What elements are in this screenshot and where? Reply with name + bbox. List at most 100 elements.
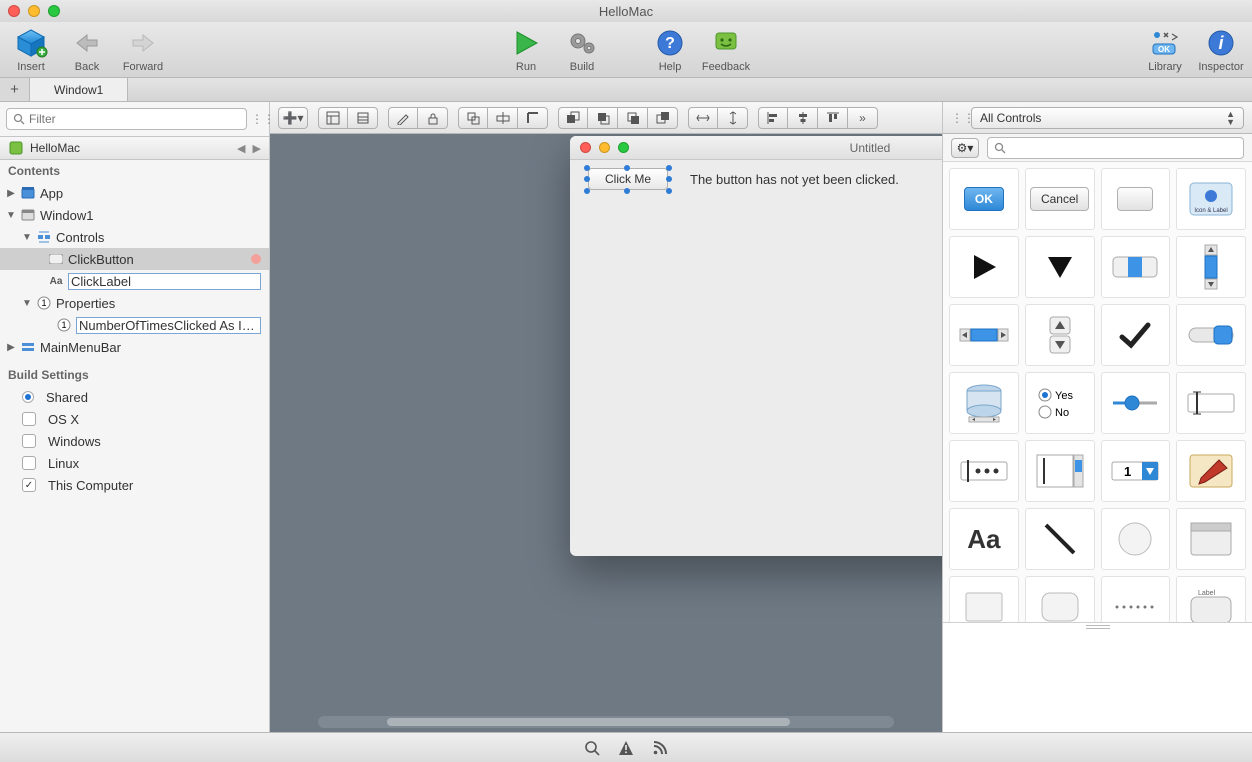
selection-handle-icon[interactable] bbox=[666, 176, 672, 182]
ctrl-disclosure-right[interactable] bbox=[949, 236, 1019, 298]
lock-button[interactable] bbox=[418, 107, 448, 129]
resize-grip-icon[interactable] bbox=[1086, 625, 1110, 629]
selection-handle-icon[interactable] bbox=[584, 165, 590, 171]
design-window-body[interactable]: Click Me The button has not yet been cli… bbox=[570, 160, 942, 556]
library-search-field[interactable] bbox=[1010, 141, 1237, 155]
ctrl-hscrollbar[interactable] bbox=[949, 304, 1019, 366]
ctrl-line[interactable] bbox=[1025, 508, 1095, 570]
forward-button[interactable]: Forward bbox=[118, 27, 168, 73]
ctrl-colorpicker[interactable] bbox=[1176, 440, 1246, 502]
help-button[interactable]: ? Help bbox=[645, 27, 695, 73]
navigator-filter-input[interactable] bbox=[6, 108, 247, 130]
ctrl-rectangle[interactable] bbox=[949, 576, 1019, 622]
library-button[interactable]: OK Library bbox=[1140, 27, 1190, 73]
panel-drag-icon[interactable]: ⋮⋮ bbox=[951, 111, 963, 125]
build-this-computer[interactable]: ✓This Computer bbox=[0, 474, 269, 496]
ctrl-radio-group[interactable]: YesNo bbox=[1025, 372, 1095, 434]
ctrl-disclosure-down[interactable] bbox=[1025, 236, 1095, 298]
ctrl-textfield[interactable] bbox=[1176, 372, 1246, 434]
run-button[interactable]: Run bbox=[501, 27, 551, 73]
ctrl-roundrect[interactable] bbox=[1025, 576, 1095, 622]
library-search-input[interactable] bbox=[987, 137, 1244, 159]
canvas[interactable]: Untitled Click Me The button has not yet… bbox=[270, 134, 942, 732]
ctrl-checkbox[interactable] bbox=[1101, 304, 1171, 366]
view-mode-list[interactable] bbox=[348, 107, 378, 129]
align-center-button[interactable] bbox=[788, 107, 818, 129]
tree-item-window1[interactable]: ▼Window1 bbox=[0, 204, 269, 226]
ctrl-generic-button[interactable] bbox=[1101, 168, 1171, 230]
selection-handle-icon[interactable] bbox=[666, 165, 672, 171]
order-front-button[interactable] bbox=[558, 107, 588, 129]
build-shared[interactable]: Shared bbox=[0, 386, 269, 408]
ctrl-cancel-button[interactable]: Cancel bbox=[1025, 168, 1095, 230]
build-osx[interactable]: OS X bbox=[0, 408, 269, 430]
view-mode-layout[interactable] bbox=[318, 107, 348, 129]
design-window[interactable]: Untitled Click Me The button has not yet… bbox=[570, 136, 942, 556]
history-arrows-icon[interactable]: ◀ ▶ bbox=[237, 142, 263, 155]
ctrl-oval[interactable] bbox=[1101, 508, 1171, 570]
ctrl-bevel-button[interactable]: Icon & Label bbox=[1176, 168, 1246, 230]
tab-window1[interactable]: Window1 bbox=[30, 78, 128, 101]
horizontal-scrollbar[interactable] bbox=[318, 716, 894, 728]
tree-item-properties[interactable]: ▼1Properties bbox=[0, 292, 269, 314]
ctrl-default-button[interactable]: OK bbox=[949, 168, 1019, 230]
ctrl-placard[interactable]: Label bbox=[1176, 576, 1246, 622]
tree-label-editing[interactable]: NumberOfTimesClicked As In... bbox=[76, 317, 261, 334]
selection-handle-icon[interactable] bbox=[624, 165, 630, 171]
overflow-button[interactable]: » bbox=[848, 107, 878, 129]
click-me-button[interactable]: Click Me bbox=[588, 168, 668, 190]
tree-item-app[interactable]: ▶App bbox=[0, 182, 269, 204]
edit-button[interactable] bbox=[388, 107, 418, 129]
ctrl-label[interactable]: Aa bbox=[949, 508, 1019, 570]
tree-item-mainmenubar[interactable]: ▶MainMenuBar bbox=[0, 336, 269, 358]
library-options-button[interactable]: ⚙▾ bbox=[951, 138, 979, 158]
add-control-button[interactable]: ➕▾ bbox=[278, 107, 308, 129]
click-label-text[interactable]: The button has not yet been clicked. bbox=[690, 172, 899, 187]
ctrl-scrollbar[interactable] bbox=[1176, 236, 1246, 298]
back-button[interactable]: Back bbox=[62, 27, 112, 73]
group2-button[interactable] bbox=[488, 107, 518, 129]
order-backward-button[interactable] bbox=[618, 107, 648, 129]
order-forward-button[interactable] bbox=[588, 107, 618, 129]
selection-handle-icon[interactable] bbox=[584, 188, 590, 194]
tree-item-clicklabel[interactable]: AaClickLabel bbox=[0, 270, 269, 292]
status-warning-icon[interactable] bbox=[618, 740, 634, 756]
ctrl-slider[interactable] bbox=[1101, 372, 1171, 434]
scroll-thumb[interactable] bbox=[387, 718, 790, 726]
ctrl-separator[interactable] bbox=[1101, 576, 1171, 622]
ctrl-stepper[interactable] bbox=[1025, 304, 1095, 366]
project-header[interactable]: HelloMac ◀ ▶ bbox=[0, 136, 269, 160]
ctrl-combobox[interactable]: 1 bbox=[1101, 440, 1171, 502]
library-category-select[interactable]: All Controls ▲▼ bbox=[971, 107, 1244, 129]
order-back-button[interactable] bbox=[648, 107, 678, 129]
build-windows[interactable]: Windows bbox=[0, 430, 269, 452]
group3-button[interactable] bbox=[518, 107, 548, 129]
tree-item-clickbutton[interactable]: ClickButton bbox=[0, 248, 269, 270]
fill-width-button[interactable] bbox=[688, 107, 718, 129]
selection-handle-icon[interactable] bbox=[666, 188, 672, 194]
build-linux[interactable]: Linux bbox=[0, 452, 269, 474]
tree-item-controls[interactable]: ▼Controls bbox=[0, 226, 269, 248]
ctrl-groupbox[interactable] bbox=[1176, 508, 1246, 570]
feedback-button[interactable]: Feedback bbox=[701, 27, 751, 73]
inspector-button[interactable]: i Inspector bbox=[1196, 27, 1246, 73]
tree-label-editing[interactable]: ClickLabel bbox=[68, 273, 261, 290]
new-tab-button[interactable]: + bbox=[0, 78, 30, 101]
panel-drag-icon[interactable]: ⋮⋮ bbox=[251, 112, 263, 126]
selection-handle-icon[interactable] bbox=[624, 188, 630, 194]
align-left-button[interactable] bbox=[758, 107, 788, 129]
status-rss-icon[interactable] bbox=[652, 740, 668, 756]
insert-button[interactable]: Insert bbox=[6, 27, 56, 73]
ctrl-segmented[interactable] bbox=[1101, 236, 1171, 298]
fill-height-button[interactable] bbox=[718, 107, 748, 129]
filter-field[interactable] bbox=[29, 112, 240, 126]
selection-handle-icon[interactable] bbox=[584, 176, 590, 182]
group1-button[interactable] bbox=[458, 107, 488, 129]
ctrl-password[interactable] bbox=[949, 440, 1019, 502]
status-search-icon[interactable] bbox=[584, 740, 600, 756]
build-button[interactable]: Build bbox=[557, 27, 607, 73]
tree-item-prop1[interactable]: 1NumberOfTimesClicked As In... bbox=[0, 314, 269, 336]
ctrl-switch[interactable] bbox=[1176, 304, 1246, 366]
ctrl-textarea[interactable] bbox=[1025, 440, 1095, 502]
align-top-button[interactable] bbox=[818, 107, 848, 129]
